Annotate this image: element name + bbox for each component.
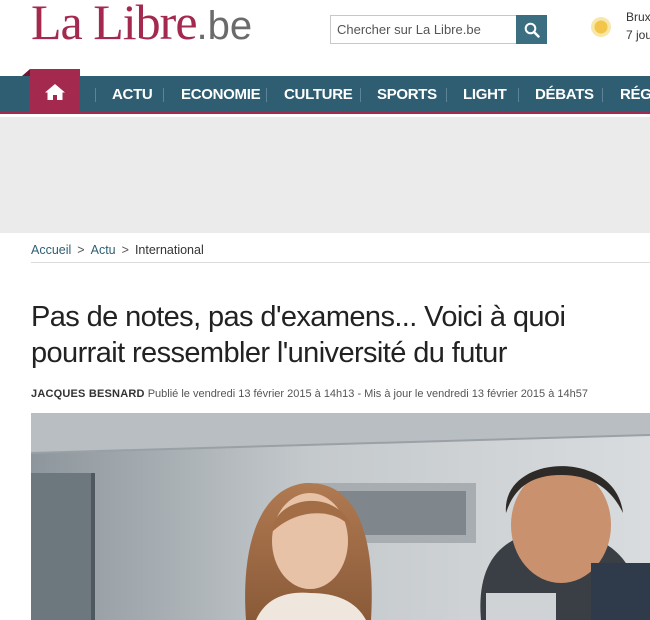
breadcrumb-accueil[interactable]: Accueil	[31, 243, 71, 257]
nav-item-culture[interactable]: CULTURE	[284, 76, 353, 111]
nav-divider	[446, 88, 447, 102]
nav-item-debats[interactable]: DÉBATS	[535, 76, 594, 111]
search-bar	[330, 15, 547, 44]
article-title: Pas de notes, pas d'examens... Voici à q…	[31, 299, 631, 371]
home-icon	[45, 83, 65, 100]
breadcrumb-actu[interactable]: Actu	[91, 243, 116, 257]
weather-widget[interactable]: Brux 7 jou	[588, 8, 650, 48]
nav-item-light[interactable]: LIGHT	[463, 76, 507, 111]
breadcrumb-current: International	[134, 243, 204, 257]
weather-city: Brux	[626, 10, 650, 24]
nav-item-economie[interactable]: ECONOMIE	[181, 76, 261, 111]
nav-item-actu[interactable]: ACTU	[112, 76, 153, 111]
article-title-line-2: pourrait ressembler l'université du futu…	[31, 337, 507, 369]
article-title-line-1: Pas de notes, pas d'examens... Voici à q…	[31, 301, 566, 333]
nav-divider	[518, 88, 519, 102]
logo-brand: La Libre	[31, 0, 198, 50]
ad-banner	[0, 117, 650, 233]
article-photo-image	[31, 413, 650, 620]
breadcrumb: Accueil > Actu > International	[31, 243, 204, 257]
site-logo[interactable]: La Libre.be	[31, 0, 252, 50]
article-byline: JACQUES BESNARD Publié le vendredi 13 fé…	[31, 388, 588, 400]
search-icon	[524, 22, 540, 38]
nav-divider	[360, 88, 361, 102]
article-author[interactable]: JACQUES BESNARD	[31, 388, 145, 400]
weather-forecast-link: 7 jou	[626, 28, 650, 42]
home-button[interactable]	[22, 69, 80, 114]
nav-divider	[163, 88, 164, 102]
breadcrumb-separator: >	[121, 243, 129, 257]
nav-divider	[602, 88, 603, 102]
breadcrumb-separator: >	[77, 243, 85, 257]
search-input[interactable]	[330, 15, 516, 44]
nav-item-regions[interactable]: RÉGI	[620, 76, 650, 111]
sun-icon	[591, 17, 611, 37]
article-photo[interactable]	[31, 413, 650, 620]
nav-divider	[95, 88, 96, 102]
nav-item-sports[interactable]: SPORTS	[377, 76, 437, 111]
search-button[interactable]	[516, 15, 547, 44]
breadcrumb-divider	[31, 262, 650, 263]
article-dates: Publié le vendredi 13 février 2015 à 14h…	[147, 388, 588, 400]
nav-divider	[266, 88, 267, 102]
logo-tld: .be	[196, 4, 253, 48]
main-nav: ACTU ECONOMIE CULTURE SPORTS LIGHT DÉBAT…	[0, 69, 650, 114]
